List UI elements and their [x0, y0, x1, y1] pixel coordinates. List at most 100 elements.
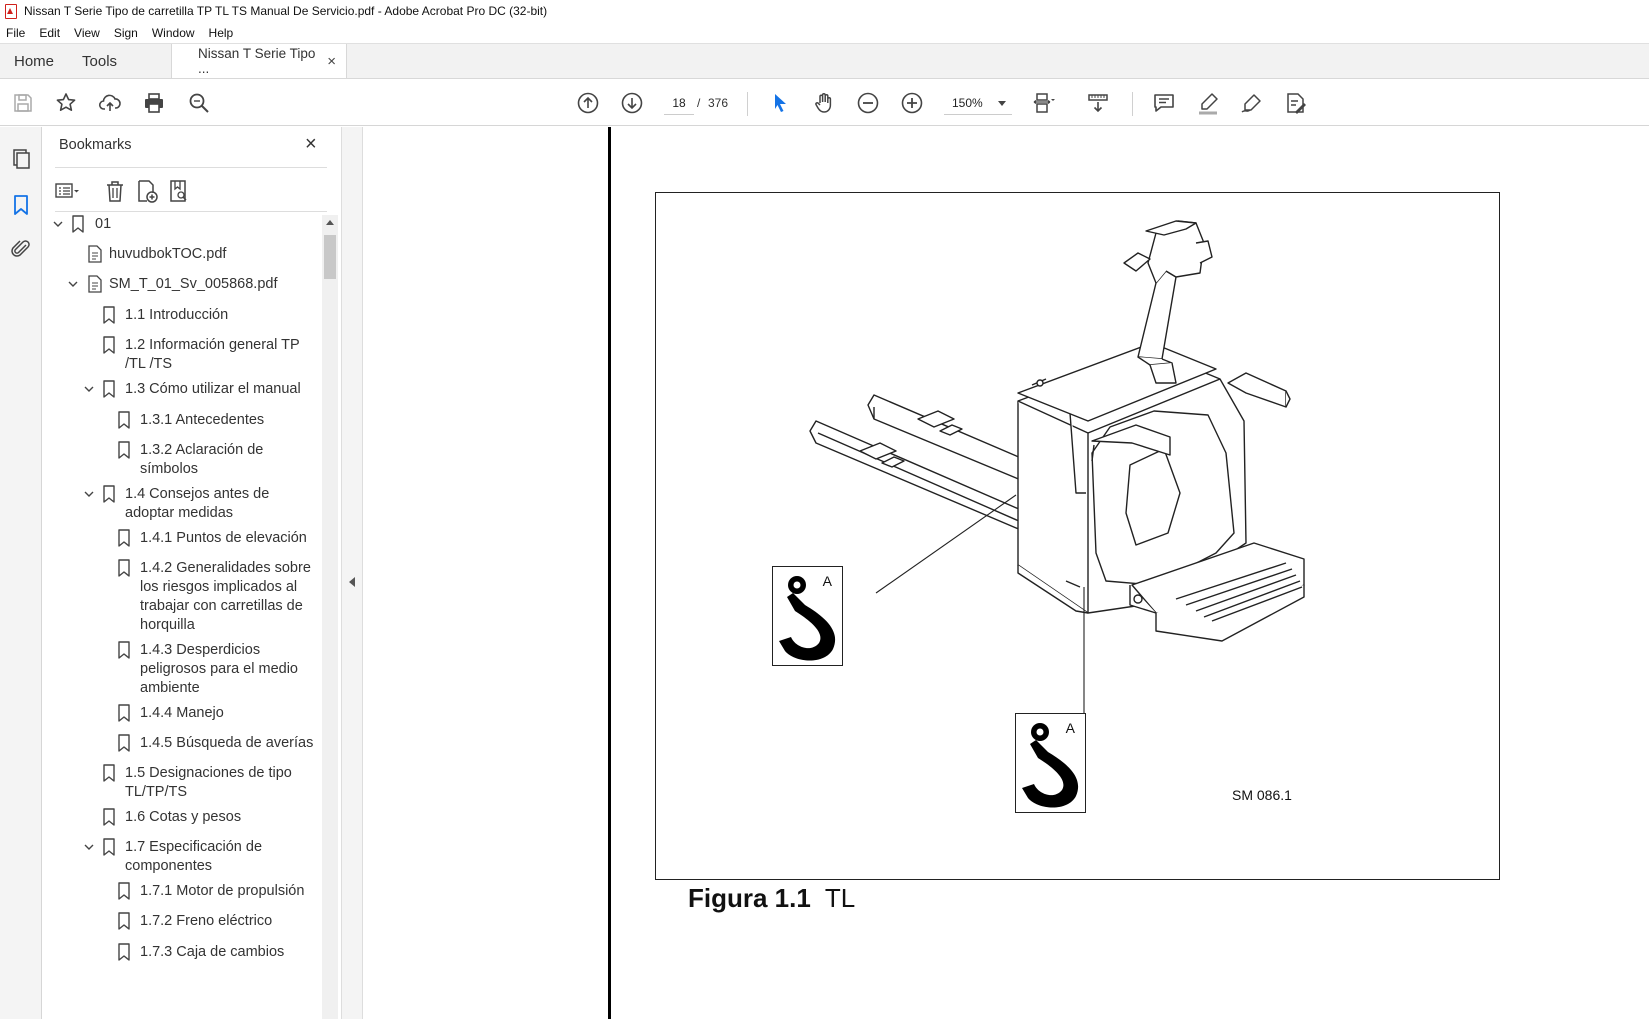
next-page-icon[interactable] [618, 89, 646, 117]
bookmark-label: 1.7.3 Caja de cambios [140, 944, 285, 960]
zoom-in-icon[interactable] [898, 89, 926, 117]
chevron-down-icon[interactable] [53, 219, 63, 229]
lifting-point-symbol: A [1015, 713, 1086, 813]
tab-document[interactable]: Nissan T Serie Tipo ... × [171, 44, 348, 78]
bookmark-label: SM_T_01_Sv_005868.pdf [109, 276, 278, 292]
bookmark-item[interactable]: 1.4.5 Búsqueda de averías [43, 734, 323, 764]
menu-window[interactable]: Window [152, 26, 195, 40]
bookmark-label: 1.3.2 Aclaración de símbolos [140, 442, 264, 477]
sign-pen-icon[interactable] [1238, 89, 1266, 117]
star-icon[interactable] [52, 89, 80, 117]
close-icon[interactable]: × [305, 133, 317, 156]
bookmark-item[interactable]: 1.7.2 Freno eléctrico [43, 912, 323, 942]
navigation-rail [0, 127, 42, 1019]
chevron-down-icon[interactable] [84, 489, 94, 499]
bookmark-label: 1.1 Introducción [125, 307, 229, 323]
page-total: 376 [708, 96, 729, 110]
bookmark-item[interactable]: huvudbokTOC.pdf [43, 245, 323, 275]
scroll-up-icon[interactable] [326, 220, 334, 225]
select-cursor-icon[interactable] [766, 89, 794, 117]
zoom-out-icon[interactable] [854, 89, 882, 117]
highlight-pen-icon[interactable] [1194, 89, 1222, 117]
bookmarks-icon[interactable] [9, 193, 33, 217]
upload-cloud-icon[interactable] [96, 89, 124, 117]
bookmark-label: 01 [95, 216, 112, 232]
bookmark-item[interactable]: 1.1 Introducción [43, 306, 323, 336]
menu-sign[interactable]: Sign [114, 26, 138, 40]
page-display-icon[interactable] [1030, 89, 1058, 117]
divider [55, 167, 327, 168]
bookmark-icon [72, 215, 84, 233]
menu-bar: File Edit View Sign Window Help [0, 22, 1649, 43]
bookmark-item[interactable]: 1.3 Cómo utilizar el manual [43, 380, 323, 410]
bookmarks-panel: Bookmarks × 01 huvudbokTOC.pdf SM_T_01_S… [43, 127, 341, 1019]
menu-file[interactable]: File [6, 26, 25, 40]
collapse-arrow-icon[interactable] [349, 577, 355, 587]
chevron-down-icon[interactable] [84, 384, 94, 394]
tab-document-label: Nissan T Serie Tipo ... [198, 46, 316, 76]
print-icon[interactable] [140, 89, 168, 117]
chevron-down-icon[interactable] [68, 279, 78, 289]
page-separator: / [697, 96, 701, 110]
menu-view[interactable]: View [74, 26, 100, 40]
bookmark-item[interactable]: 1.4.1 Puntos de elevación [43, 529, 323, 559]
bookmark-item[interactable]: 1.3.2 Aclaración de símbolos [43, 441, 323, 485]
previous-page-icon[interactable] [574, 89, 602, 117]
bookmarks-scrollbar[interactable] [322, 215, 338, 1019]
bookmark-item[interactable]: 1.7 Especificación de componentes [43, 838, 323, 882]
panel-splitter[interactable] [341, 127, 363, 1019]
bookmark-item[interactable]: 1.7.3 Caja de cambios [43, 943, 323, 973]
options-list-icon[interactable] [55, 179, 79, 203]
redact-icon[interactable] [1282, 89, 1310, 117]
bookmark-icon [118, 912, 130, 930]
drawing-code: SM 086.1 [1232, 787, 1292, 803]
scrollbar-thumb[interactable] [324, 235, 336, 279]
attachments-icon[interactable] [9, 237, 33, 261]
bookmark-label: 1.4.3 Desperdicios peligrosos para el me… [140, 642, 298, 696]
bookmark-item[interactable]: 1.6 Cotas y pesos [43, 808, 323, 838]
search-icon[interactable] [185, 89, 213, 117]
figure-title: TL [824, 883, 856, 913]
document-view[interactable]: A A SM 086.1 Figura 1.1 TL [364, 127, 1649, 1019]
bookmark-label: 1.4.4 Manejo [140, 705, 224, 721]
tab-tools[interactable]: Tools [68, 44, 131, 78]
bookmark-item[interactable]: 1.4 Consejos antes de adoptar medidas [43, 485, 323, 529]
menu-edit[interactable]: Edit [39, 26, 60, 40]
bookmark-item[interactable]: SM_T_01_Sv_005868.pdf [43, 275, 323, 305]
page-edge [608, 127, 611, 1019]
pages-icon[interactable] [9, 147, 33, 171]
bookmark-label: 1.4.1 Puntos de elevación [140, 530, 307, 546]
lifting-hook-icon [779, 576, 836, 661]
scroll-mode-icon[interactable] [1084, 89, 1112, 117]
bookmark-icon [103, 838, 115, 856]
bookmark-item[interactable]: 1.7.1 Motor de propulsión [43, 882, 323, 912]
bookmark-icon [118, 704, 130, 722]
bookmark-search-icon[interactable] [167, 179, 191, 203]
menu-help[interactable]: Help [209, 26, 234, 40]
bookmark-label: 1.2 Información general TP /TL /TS [125, 337, 300, 372]
bookmark-item[interactable]: 1.4.3 Desperdicios peligrosos para el me… [43, 641, 323, 704]
bookmark-icon [118, 411, 130, 429]
bookmark-item[interactable]: 01 [43, 215, 323, 245]
save-icon[interactable] [9, 89, 37, 117]
bookmark-item[interactable]: 1.4.4 Manejo [43, 704, 323, 734]
chevron-down-icon [998, 101, 1006, 106]
tab-close-icon[interactable]: × [327, 53, 336, 70]
bookmark-item[interactable]: 1.4.2 Generalidades sobre los riesgos im… [43, 559, 323, 641]
bookmark-icon [103, 336, 115, 354]
bookmark-item[interactable]: 1.2 Información general TP /TL /TS [43, 336, 323, 380]
chevron-down-icon[interactable] [84, 842, 94, 852]
page-number-input[interactable]: 18 [664, 91, 694, 115]
bookmark-item[interactable]: 1.5 Designaciones de tipo TL/TP/TS [43, 764, 323, 808]
bookmark-label: 1.5 Designaciones de tipo TL/TP/TS [125, 765, 292, 800]
bookmark-label: 1.7.2 Freno eléctrico [140, 913, 273, 929]
comment-icon[interactable] [1150, 89, 1178, 117]
zoom-level-select[interactable]: 150% [944, 91, 1012, 115]
tab-home[interactable]: Home [0, 44, 68, 78]
bookmarks-panel-title: Bookmarks [59, 137, 132, 153]
delete-icon[interactable] [103, 179, 127, 203]
new-bookmark-icon[interactable] [135, 179, 159, 203]
bookmark-item[interactable]: 1.3.1 Antecedentes [43, 411, 323, 441]
bookmark-icon [103, 764, 115, 782]
hand-tool-icon[interactable] [810, 89, 838, 117]
